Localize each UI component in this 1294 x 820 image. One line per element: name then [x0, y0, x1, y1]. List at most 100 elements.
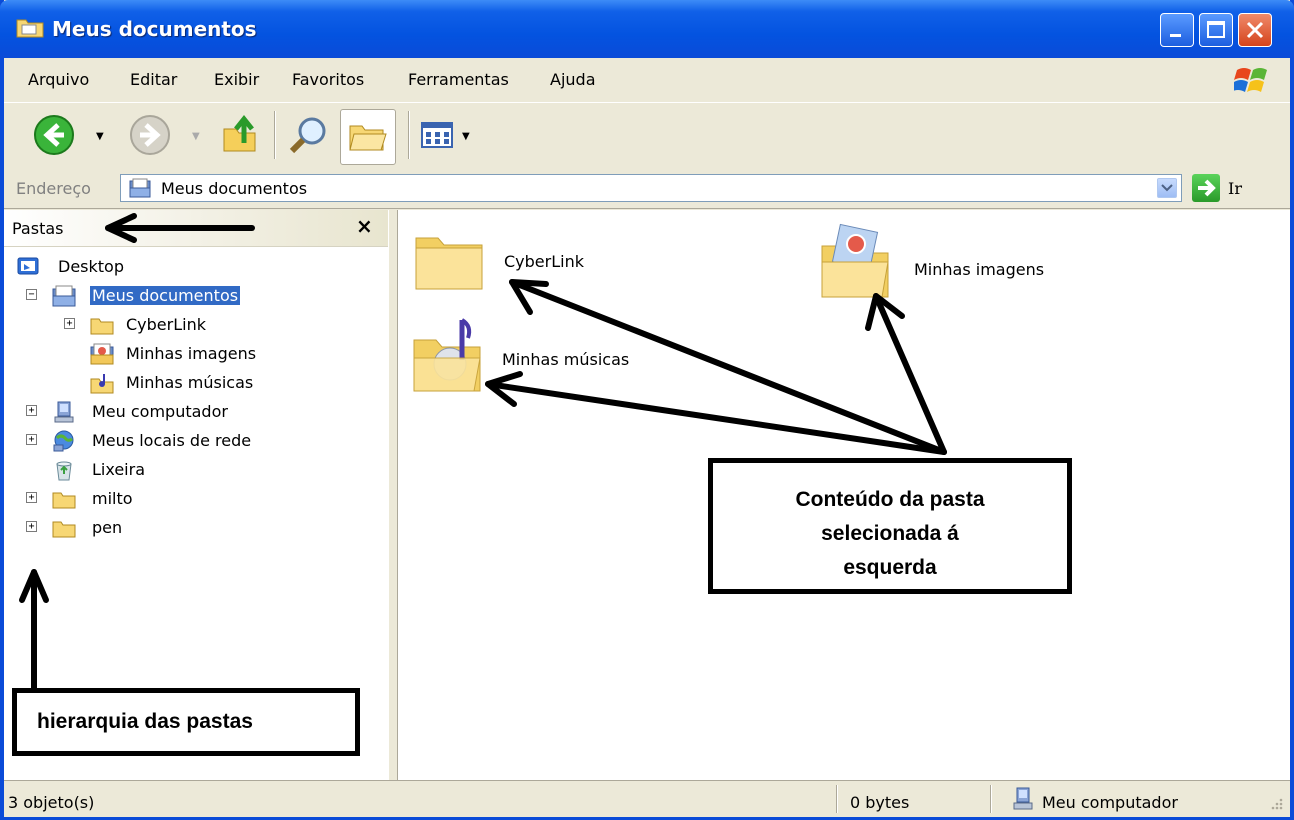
- maximize-icon: [1207, 21, 1225, 38]
- content-item-label: CyberLink: [504, 252, 584, 271]
- my-music-icon: [90, 374, 114, 394]
- status-separator: [990, 785, 992, 813]
- expand-toggle-icon[interactable]: +: [64, 318, 75, 329]
- folders-pane-header: Pastas ×: [4, 210, 388, 247]
- title-bar[interactable]: Meus documentos: [0, 0, 1294, 58]
- tree-item-label: milto: [92, 489, 133, 508]
- tree-item-meu-computador[interactable]: + Meu computador: [4, 399, 388, 425]
- search-icon[interactable]: [286, 113, 330, 157]
- hierarchy-callout-box: hierarquia das pastas: [12, 688, 360, 756]
- folders-pane-title: Pastas: [12, 219, 64, 238]
- tree-item-meus-documentos[interactable]: − Meus documentos: [4, 283, 388, 309]
- address-value: Meus documentos: [161, 179, 308, 198]
- tree-item-label: Desktop: [58, 257, 124, 276]
- windows-logo-icon: [1234, 68, 1267, 92]
- tree-item-meus-locais-de-rede[interactable]: + Meus locais de rede: [4, 428, 388, 454]
- folder-window-icon: [16, 19, 44, 38]
- tree-item-minhas-imagens[interactable]: Minhas imagens: [4, 341, 388, 367]
- address-label: Endereço: [16, 179, 91, 198]
- pane-splitter[interactable]: [388, 210, 398, 780]
- window-title: Meus documentos: [52, 17, 257, 41]
- tree-item-label: CyberLink: [126, 315, 206, 334]
- callout-line: esquerda: [843, 556, 937, 579]
- tree-item-label: Minhas imagens: [126, 344, 257, 363]
- callout-line: Conteúdo da pasta: [795, 488, 985, 511]
- views-dropdown-icon[interactable]: ▼: [462, 131, 470, 142]
- tree-item-label: Meus locais de rede: [92, 431, 252, 450]
- maximize-button[interactable]: [1199, 13, 1233, 47]
- back-dropdown-icon[interactable]: ▼: [96, 131, 104, 142]
- status-location: Meu computador: [1042, 793, 1178, 812]
- tree-item-pen[interactable]: + pen: [4, 515, 388, 541]
- expand-toggle-icon[interactable]: +: [26, 405, 37, 416]
- my-pictures-icon: [90, 343, 114, 365]
- status-separator: [836, 785, 838, 813]
- resize-grip-icon[interactable]: [1268, 797, 1284, 813]
- folder-icon: [90, 318, 114, 335]
- my-pictures-folder-icon: [821, 223, 889, 298]
- tree-item-label: Lixeira: [92, 460, 146, 479]
- menu-ajuda[interactable]: Ajuda: [550, 70, 596, 89]
- tree-item-cyberlink[interactable]: + CyberLink: [4, 312, 388, 338]
- expand-toggle-icon[interactable]: +: [26, 521, 37, 532]
- expand-toggle-icon[interactable]: +: [26, 492, 37, 503]
- go-arrow-icon: [1198, 179, 1216, 197]
- toolbar: ▼ ▼ ▼: [4, 102, 1290, 170]
- collapse-toggle-icon[interactable]: −: [26, 289, 37, 300]
- address-bar: Endereço Meus documentos Ir: [4, 168, 1290, 209]
- content-item-minhas-imagens[interactable]: Minhas imagens: [818, 222, 1078, 312]
- menu-favoritos[interactable]: Favoritos: [292, 70, 364, 89]
- minimize-icon: [1170, 34, 1181, 37]
- tree-item-label: pen: [92, 518, 123, 537]
- forward-icon[interactable]: [128, 113, 172, 157]
- status-size: 0 bytes: [850, 793, 910, 812]
- tree-item-desktop[interactable]: Desktop: [4, 254, 388, 280]
- my-documents-icon: [129, 178, 151, 198]
- status-object-count: 3 objeto(s): [8, 793, 95, 812]
- folder-icon: [415, 237, 483, 290]
- tree-item-lixeira[interactable]: Lixeira: [4, 457, 388, 483]
- up-folder-icon[interactable]: [218, 113, 262, 157]
- menu-exibir[interactable]: Exibir: [214, 70, 259, 89]
- network-places-icon: [53, 430, 74, 452]
- folders-button[interactable]: [340, 109, 396, 165]
- close-icon: [1246, 21, 1264, 39]
- content-item-label: Minhas músicas: [502, 350, 630, 369]
- tree-item-label: Minhas músicas: [126, 373, 254, 392]
- my-computer-icon: [1013, 787, 1033, 810]
- tree-item-label: Meus documentos: [90, 286, 241, 305]
- menu-bar: Arquivo Editar Exibir Favoritos Ferramen…: [4, 58, 1290, 103]
- go-button[interactable]: [1192, 174, 1220, 202]
- tree-item-milto[interactable]: + milto: [4, 486, 388, 512]
- views-icon[interactable]: [416, 113, 460, 157]
- my-music-folder-icon: [413, 318, 481, 392]
- forward-dropdown-icon[interactable]: ▼: [192, 131, 200, 142]
- address-dropdown-button[interactable]: [1157, 178, 1177, 198]
- content-callout-box: Conteúdo da pasta selecionada á esquerda: [708, 458, 1072, 594]
- menu-arquivo[interactable]: Arquivo: [28, 70, 89, 89]
- folders-icon: [349, 125, 387, 151]
- callout-line: selecionada á: [821, 522, 959, 545]
- status-bar: 3 objeto(s) 0 bytes Meu computador: [4, 780, 1290, 817]
- my-computer-icon: [54, 401, 74, 423]
- content-item-minhas-musicas[interactable]: Minhas músicas: [410, 314, 650, 398]
- close-pane-icon[interactable]: ×: [356, 214, 373, 238]
- content-item-label: Minhas imagens: [914, 260, 1045, 279]
- expand-toggle-icon[interactable]: +: [26, 434, 37, 445]
- close-button[interactable]: [1238, 13, 1272, 47]
- menu-ferramentas[interactable]: Ferramentas: [408, 70, 509, 89]
- toolbar-separator: [408, 111, 410, 159]
- callout-text: hierarquia das pastas: [37, 710, 253, 733]
- content-item-cyberlink[interactable]: CyberLink: [412, 224, 612, 304]
- menu-editar[interactable]: Editar: [130, 70, 177, 89]
- desktop-icon: [17, 257, 39, 275]
- tree-item-minhas-musicas[interactable]: Minhas músicas: [4, 370, 388, 396]
- minimize-button[interactable]: [1160, 13, 1194, 47]
- address-input[interactable]: Meus documentos: [120, 174, 1182, 202]
- go-label[interactable]: Ir: [1228, 179, 1242, 198]
- back-icon[interactable]: [32, 113, 76, 157]
- folder-icon: [52, 521, 76, 538]
- toolbar-separator: [274, 111, 276, 159]
- chevron-down-icon: [1161, 184, 1173, 192]
- my-documents-icon: [52, 285, 76, 307]
